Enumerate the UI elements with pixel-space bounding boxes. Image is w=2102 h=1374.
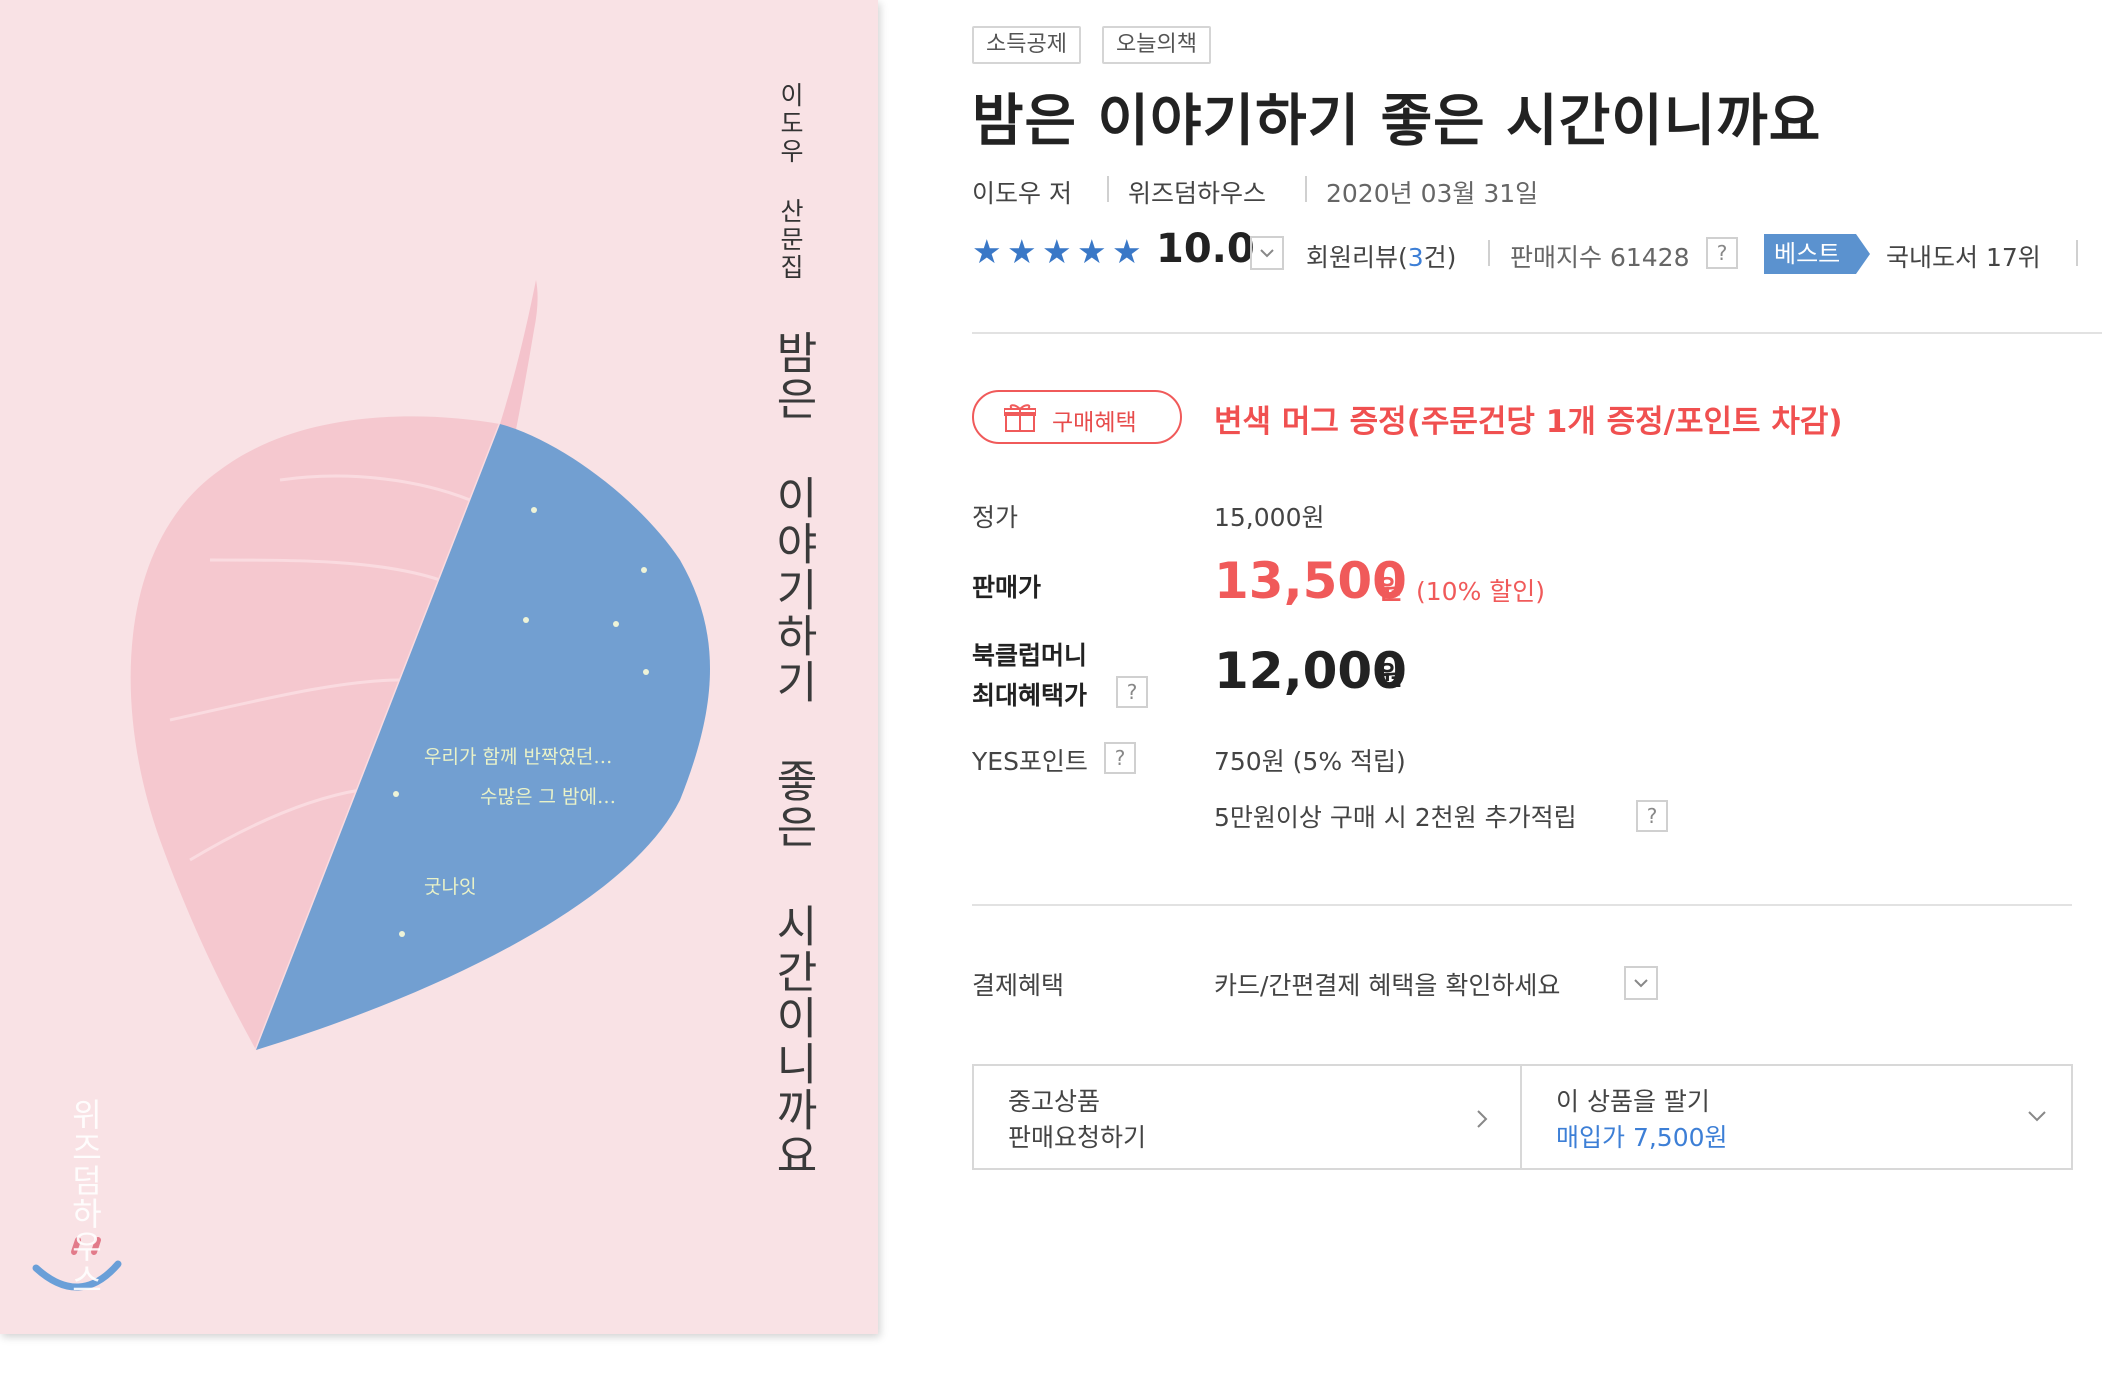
divider bbox=[2076, 240, 2078, 266]
list-price-value: 15,000원 bbox=[1214, 503, 1325, 532]
cover-publisher: 위즈덤하우스 bbox=[67, 1098, 103, 1296]
benefit-description: 변색 머그 증정(주문건당 1개 증정/포인트 차감) bbox=[1214, 404, 1843, 440]
yes-points-label: YES포인트 bbox=[972, 747, 1088, 776]
sale-price-label: 판매가 bbox=[972, 573, 1042, 602]
tag-income-deduction[interactable]: 소득공제 bbox=[972, 26, 1081, 64]
bestseller-badge: 베스트 bbox=[1764, 234, 1856, 274]
review-label: 회원리뷰( bbox=[1306, 243, 1408, 272]
star-icon: ★ bbox=[1007, 232, 1037, 271]
payment-dropdown-button[interactable] bbox=[1624, 966, 1658, 1000]
discount-rate: (10% 할인) bbox=[1416, 577, 1546, 606]
cover-tagline-2: 수많은 그 밤에… bbox=[480, 786, 616, 808]
extra-points-info: 5만원이상 구매 시 2천원 추가적립 bbox=[1214, 803, 1577, 832]
book-cover-image[interactable]: 이도우 산문집 밤은 이야기하기 좋은 시간이니까요 우리가 함께 반짝였던… … bbox=[0, 0, 878, 1334]
chevron-down-icon bbox=[2028, 1111, 2046, 1122]
divider bbox=[1488, 240, 1490, 266]
review-count: 3 bbox=[1407, 243, 1424, 272]
tag-todays-book[interactable]: 오늘의책 bbox=[1102, 26, 1211, 64]
payment-benefit-text: 카드/간편결제 혜택을 확인하세요 bbox=[1214, 971, 1561, 1000]
purchase-benefit-button[interactable]: 구매혜택 bbox=[972, 390, 1182, 444]
cover-goodnight: 굿나잇 bbox=[424, 876, 477, 898]
product-title: 밤은 이야기하기 좋은 시간이니까요 bbox=[972, 89, 1822, 154]
rating-score: 10.0 bbox=[1156, 226, 1255, 272]
payment-benefit-label: 결제혜택 bbox=[972, 971, 1065, 1000]
member-review-link[interactable]: 회원리뷰(3건) bbox=[1306, 238, 1456, 274]
bestseller-rank-link[interactable]: 국내도서 17위 bbox=[1886, 238, 2041, 274]
divider bbox=[972, 332, 2102, 334]
divider bbox=[972, 904, 2072, 906]
author-link[interactable]: 이도우 저 bbox=[972, 174, 1072, 210]
bookclub-label-1: 북클럽머니 bbox=[972, 641, 1088, 670]
used-product-box[interactable]: 중고상품 판매요청하기 bbox=[972, 1064, 1522, 1170]
divider bbox=[1305, 176, 1307, 202]
cover-title: 밤은 이야기하기 좋은 시간이니까요 bbox=[767, 330, 818, 1179]
publish-date: 2020년 03월 31일 bbox=[1326, 179, 1539, 208]
star-icon: ★ bbox=[1077, 232, 1107, 271]
cover-tagline-1: 우리가 함께 반짝였던… bbox=[424, 746, 613, 768]
star-icon: ★ bbox=[1112, 232, 1142, 271]
sell-product-box[interactable]: 이 상품을 팔기 매입가 7,500원 bbox=[1520, 1064, 2073, 1170]
sell-product-label: 이 상품을 팔기 bbox=[1556, 1087, 1710, 1116]
bookclub-label-2: 최대혜택가 bbox=[972, 681, 1088, 710]
badge-arrow bbox=[1856, 234, 1870, 274]
buyback-price: 매입가 7,500원 bbox=[1556, 1123, 1728, 1152]
star-icon: ★ bbox=[972, 232, 1002, 271]
leaf-illustration bbox=[32, 280, 710, 1291]
help-icon[interactable]: ? bbox=[1104, 742, 1136, 774]
request-sale-label: 판매요청하기 bbox=[1008, 1123, 1147, 1152]
cover-author-line: 이도우 산문집 bbox=[776, 82, 805, 282]
help-icon[interactable]: ? bbox=[1636, 800, 1668, 832]
sales-index: 판매지수 61428 bbox=[1510, 243, 1690, 272]
publisher-link[interactable]: 위즈덤하우스 bbox=[1128, 174, 1266, 210]
help-icon[interactable]: ? bbox=[1116, 676, 1148, 708]
divider bbox=[1107, 176, 1109, 202]
purchase-benefit-label: 구매혜택 bbox=[1052, 410, 1137, 436]
chevron-right-icon bbox=[1477, 1110, 1488, 1128]
rating-dropdown-button[interactable] bbox=[1250, 236, 1284, 270]
sale-price-unit: 원 bbox=[1378, 575, 1403, 606]
list-price-label: 정가 bbox=[972, 503, 1019, 532]
review-suffix: 건) bbox=[1423, 243, 1457, 272]
gift-icon bbox=[1004, 404, 1036, 432]
chevron-down-icon bbox=[1260, 249, 1274, 258]
help-icon[interactable]: ? bbox=[1706, 237, 1738, 269]
used-product-label: 중고상품 bbox=[1008, 1087, 1101, 1116]
chevron-down-icon bbox=[1634, 979, 1648, 988]
bookclub-price-unit: 원 bbox=[1378, 661, 1403, 692]
star-icon: ★ bbox=[1042, 232, 1072, 271]
yes-points-value: 750원 (5% 적립) bbox=[1214, 747, 1406, 776]
